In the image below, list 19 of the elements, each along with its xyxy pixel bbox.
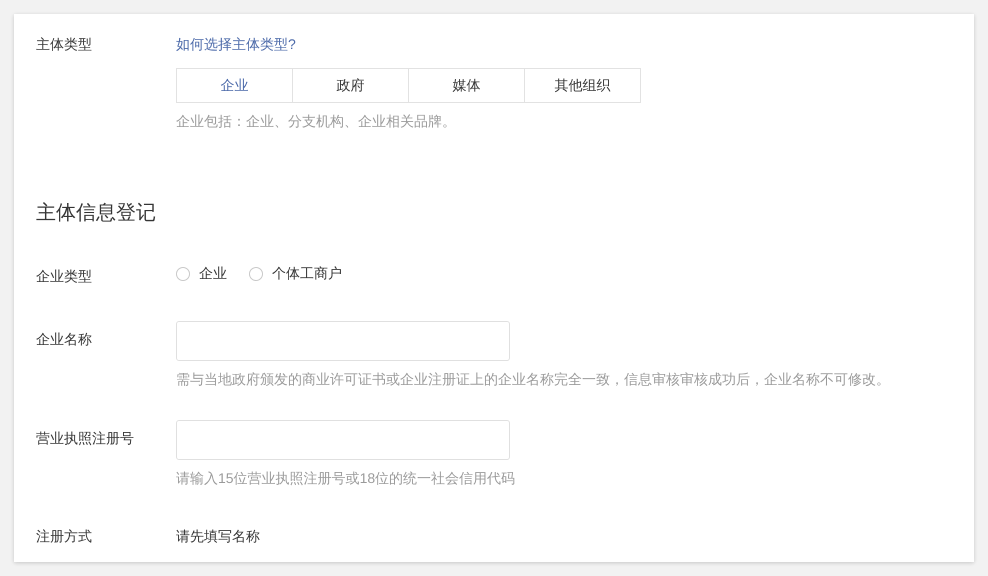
field-label: 注册方式 [36,527,93,546]
segment-tab[interactable]: 媒体 [408,68,525,103]
section-heading: 主体信息登记 [36,201,157,226]
radio-option[interactable]: 个体工商户 [249,265,342,283]
input-field[interactable] [176,420,510,460]
help-link[interactable]: 如何选择主体类型? [176,36,296,52]
field-label: 主体类型 [36,35,93,54]
field-value: 请先填写名称 [176,527,261,546]
field-hint: 企业包括：企业、分支机构、企业相关品牌。 [176,112,457,131]
field-hint: 请输入15位营业执照注册号或18位的统一社会信用代码 [176,469,516,488]
radio-option[interactable]: 企业 [176,265,227,283]
field-label: 营业执照注册号 [36,429,135,448]
segment-tab[interactable]: 其他组织 [524,68,641,103]
input-field[interactable] [176,321,510,361]
field-label: 企业名称 [36,330,93,349]
segment-tab[interactable]: 企业 [176,68,293,103]
field-hint: 需与当地政府颁发的商业许可证书或企业注册证上的企业名称完全一致，信息审核审核成功后，企业名称不可修改。 [176,370,891,389]
segment-tab[interactable]: 政府 [292,68,409,103]
field-label: 企业类型 [36,267,93,286]
